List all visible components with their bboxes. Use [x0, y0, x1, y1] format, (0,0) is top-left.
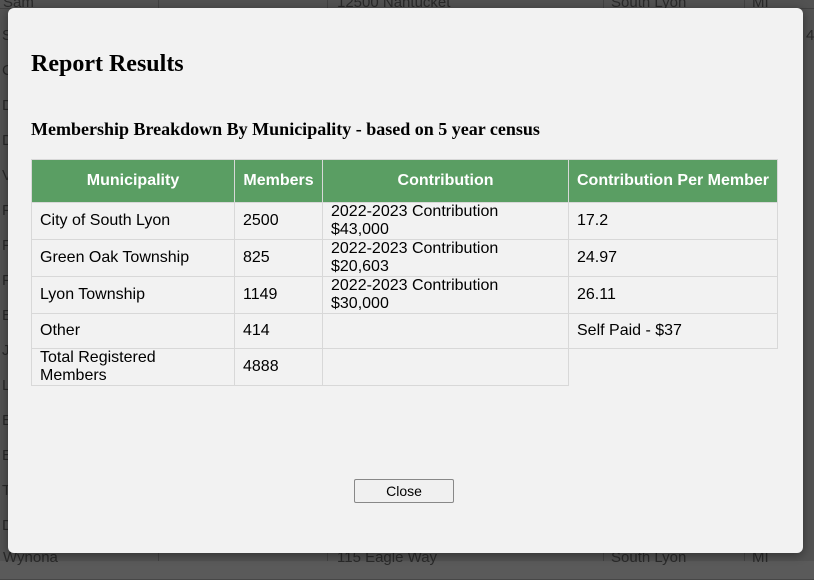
- municipality-cell: Lyon Township: [31, 276, 235, 314]
- empty-cell: [569, 349, 778, 386]
- members-cell: 825: [234, 239, 323, 277]
- contribution-per-member-cell: 24.97: [568, 239, 778, 277]
- contribution-cell: 2022-2023 Contribution $20,603: [322, 239, 569, 277]
- contribution-cell: 2022-2023 Contribution $43,000: [322, 202, 569, 240]
- municipality-cell: Other: [31, 313, 235, 349]
- total-label-cell: Total Registered Members: [31, 348, 235, 386]
- members-cell: 414: [234, 313, 323, 349]
- municipality-cell: Green Oak Township: [31, 239, 235, 277]
- membership-table: Municipality Members Contribution Contri…: [31, 159, 778, 386]
- column-header-members: Members: [234, 159, 323, 203]
- table-row: Other 414 Self Paid - $37: [31, 313, 778, 349]
- close-button[interactable]: Close: [354, 479, 454, 503]
- contribution-cell: 2022-2023 Contribution $30,000: [322, 276, 569, 314]
- column-header-municipality: Municipality: [31, 159, 235, 203]
- table-row: Lyon Township 1149 2022-2023 Contributio…: [31, 276, 778, 314]
- table-total-row: Total Registered Members 4888: [31, 348, 778, 386]
- total-members-cell: 4888: [234, 348, 323, 386]
- contribution-per-member-cell: 26.11: [568, 276, 778, 314]
- contribution-cell: [322, 313, 569, 349]
- column-header-contribution: Contribution: [322, 159, 569, 203]
- contribution-per-member-cell: Self Paid - $37: [568, 313, 778, 349]
- table-row: City of South Lyon 2500 2022-2023 Contri…: [31, 202, 778, 240]
- contribution-cell: [322, 348, 569, 386]
- municipality-cell: City of South Lyon: [31, 202, 235, 240]
- column-header-contribution-per-member: Contribution Per Member: [568, 159, 778, 203]
- table-row: Green Oak Township 825 2022-2023 Contrib…: [31, 239, 778, 277]
- table-header-row: Municipality Members Contribution Contri…: [31, 159, 778, 203]
- report-results-modal: Report Results Membership Breakdown By M…: [8, 8, 803, 553]
- modal-title: Report Results: [31, 51, 184, 77]
- members-cell: 2500: [234, 202, 323, 240]
- section-title: Membership Breakdown By Municipality - b…: [31, 119, 540, 139]
- contribution-per-member-cell: 17.2: [568, 202, 778, 240]
- members-cell: 1149: [234, 276, 323, 314]
